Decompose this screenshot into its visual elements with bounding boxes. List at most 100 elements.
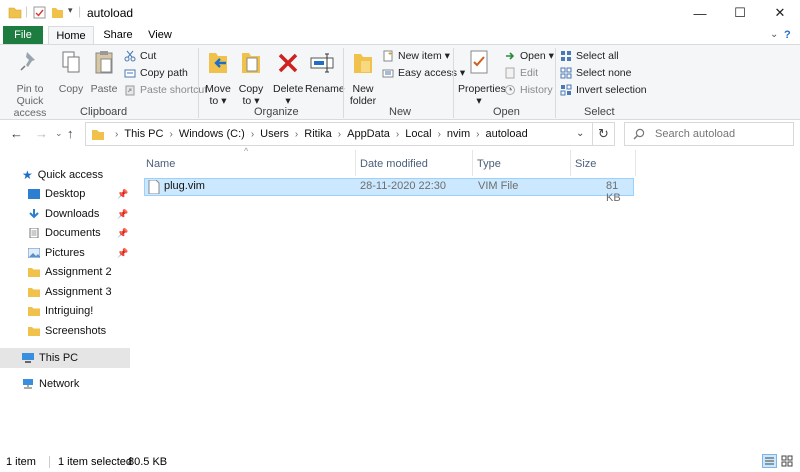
- close-button[interactable]: ✕: [760, 0, 800, 26]
- sidebar-item-label: Downloads: [45, 208, 100, 220]
- pin-icon[interactable]: 📌: [117, 228, 128, 239]
- group-separator: [555, 48, 556, 118]
- scissors-icon: [124, 50, 136, 62]
- documents-icon: [29, 228, 39, 238]
- star-icon: ★: [22, 168, 33, 182]
- breadcrumb-local[interactable]: Local: [405, 128, 431, 140]
- new-folder-icon[interactable]: [51, 6, 64, 19]
- crumb-separator: ›: [169, 128, 173, 140]
- column-divider[interactable]: [472, 150, 473, 176]
- sidebar-item-downloads[interactable]: Downloads 📌: [0, 204, 130, 224]
- breadcrumb-this-pc[interactable]: This PC: [124, 128, 163, 140]
- sidebar-item-pictures[interactable]: Pictures 📌: [0, 243, 130, 263]
- copy-to-label-1: Copy: [238, 83, 264, 95]
- back-arrow-icon[interactable]: ←: [10, 126, 23, 141]
- copy-button[interactable]: Copy: [58, 49, 84, 95]
- delete-button[interactable]: Delete ▾: [273, 49, 303, 107]
- cut-button[interactable]: Cut: [124, 50, 156, 62]
- column-divider[interactable]: [570, 150, 571, 176]
- move-to-button[interactable]: Move to ▾: [204, 49, 232, 107]
- breadcrumb-ritika[interactable]: Ritika: [304, 128, 332, 140]
- select-none-button[interactable]: Select none: [560, 67, 631, 79]
- open-button[interactable]: Open ▾: [504, 50, 554, 62]
- maximize-button[interactable]: ☐: [720, 0, 760, 26]
- breadcrumb-autoload[interactable]: autoload: [485, 128, 527, 140]
- folder-icon: [28, 307, 40, 316]
- column-header-type[interactable]: Type: [477, 153, 501, 175]
- expand-ribbon-icon[interactable]: ⌄: [770, 29, 778, 40]
- paste-shortcut-button[interactable]: Paste shortcut: [124, 84, 207, 96]
- column-divider[interactable]: [355, 150, 356, 176]
- breadcrumb-users[interactable]: Users: [260, 128, 289, 140]
- file-icon: [148, 180, 160, 194]
- sidebar-item-this-pc[interactable]: This PC: [0, 348, 130, 368]
- properties-check-icon[interactable]: [33, 6, 46, 19]
- copy-path-button[interactable]: Copy path: [124, 67, 188, 79]
- tab-home[interactable]: Home: [48, 26, 94, 44]
- pin-icon[interactable]: 📌: [117, 248, 128, 259]
- up-arrow-icon[interactable]: ↑: [67, 126, 74, 141]
- crumb-separator: ›: [250, 128, 255, 140]
- breadcrumb-appdata[interactable]: AppData: [347, 128, 390, 140]
- recent-locations-chevron-icon[interactable]: ⌄: [55, 128, 63, 139]
- new-item-button[interactable]: New item ▾: [382, 50, 450, 62]
- pin-icon[interactable]: 📌: [117, 209, 128, 220]
- pin-label-1: Pin to Quick: [16, 83, 44, 107]
- rename-button[interactable]: Rename: [305, 49, 345, 95]
- forward-arrow-icon[interactable]: →: [35, 126, 48, 141]
- pin-icon[interactable]: 📌: [117, 189, 128, 200]
- copy-to-button[interactable]: Copy to ▾: [237, 49, 265, 107]
- tab-view[interactable]: View: [140, 26, 180, 44]
- desktop-icon: [28, 189, 40, 199]
- invert-selection-button[interactable]: Invert selection: [560, 84, 647, 96]
- select-all-button[interactable]: Select all: [560, 50, 619, 62]
- sidebar-item-intriguing[interactable]: Intriguing!: [0, 301, 130, 321]
- edit-label: Edit: [520, 67, 539, 79]
- sidebar-item-assignment-3[interactable]: Assignment 3: [0, 282, 130, 302]
- sidebar-item-desktop[interactable]: Desktop 📌: [0, 184, 130, 204]
- tab-file[interactable]: File: [3, 26, 43, 44]
- sidebar-item-network[interactable]: Network: [0, 374, 130, 394]
- file-row[interactable]: plug.vim 28-11-2020 22:30 VIM File 81 KB: [144, 178, 634, 204]
- sidebar-item-quick-access[interactable]: ★ Quick access: [0, 165, 130, 185]
- properties-button[interactable]: Properties ▾: [458, 49, 506, 107]
- pictures-icon: [28, 248, 40, 258]
- clipboard-group-label: Clipboard: [80, 106, 128, 118]
- address-dropdown-chevron-icon[interactable]: ⌄: [576, 128, 584, 139]
- search-box[interactable]: [624, 122, 794, 146]
- edit-button[interactable]: Edit: [504, 67, 538, 79]
- new-item-label: New item ▾: [398, 50, 450, 62]
- computer-icon: [22, 353, 34, 363]
- refresh-icon[interactable]: ↻: [598, 126, 609, 142]
- easy-access-label: Easy access ▾: [398, 67, 466, 79]
- paste-button[interactable]: Paste: [89, 49, 119, 95]
- address-bar[interactable]: › This PC › Windows (C:) › Users › Ritik…: [85, 122, 615, 146]
- pin-to-quick-access-button[interactable]: Pin to Quick access: [4, 49, 56, 119]
- column-header-date-modified[interactable]: Date modified: [360, 153, 428, 175]
- column-header-name[interactable]: Name: [146, 153, 175, 175]
- sidebar-item-assignment-2[interactable]: Assignment 2: [0, 262, 130, 282]
- invert-selection-label: Invert selection: [576, 84, 647, 96]
- large-icons-view-button[interactable]: [780, 454, 795, 468]
- move-to-icon: [209, 53, 227, 73]
- sidebar-item-label: Intriguing!: [45, 305, 94, 317]
- customize-chevron-icon[interactable]: ▾: [68, 5, 73, 16]
- sidebar-item-label: Pictures: [45, 247, 85, 259]
- help-icon[interactable]: ?: [784, 29, 791, 41]
- minimize-button[interactable]: —: [680, 0, 720, 26]
- history-button[interactable]: History: [504, 84, 553, 96]
- column-divider[interactable]: [635, 150, 636, 176]
- tab-share[interactable]: Share: [98, 26, 138, 44]
- breadcrumb-nvim[interactable]: nvim: [447, 128, 470, 140]
- select-all-label: Select all: [576, 50, 619, 62]
- column-header-size[interactable]: Size: [575, 153, 596, 175]
- search-input[interactable]: [655, 128, 785, 140]
- download-arrow-icon: [29, 209, 39, 219]
- details-view-button[interactable]: [762, 454, 777, 468]
- sidebar-item-documents[interactable]: Documents 📌: [0, 223, 130, 243]
- breadcrumb-windows-c[interactable]: Windows (C:): [179, 128, 245, 140]
- sidebar-item-screenshots[interactable]: Screenshots: [0, 321, 130, 341]
- paste-icon: [95, 51, 113, 74]
- new-folder-button[interactable]: New folder: [348, 49, 378, 107]
- select-none-label: Select none: [576, 67, 632, 79]
